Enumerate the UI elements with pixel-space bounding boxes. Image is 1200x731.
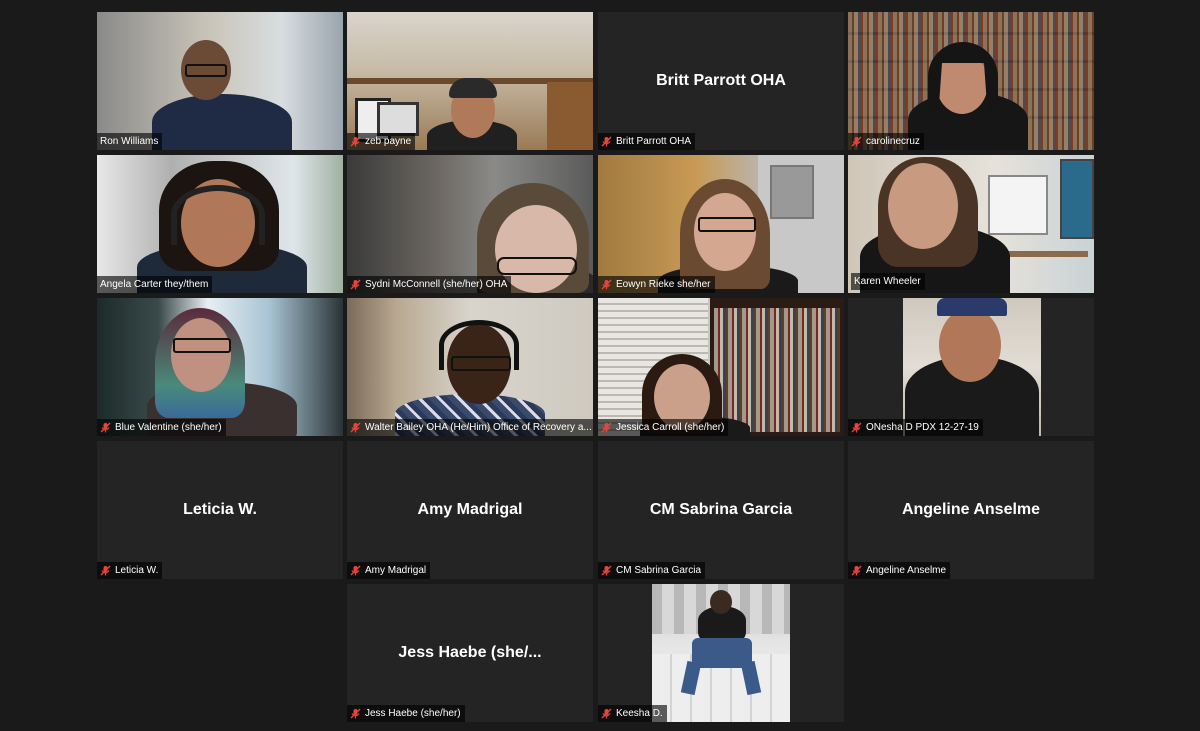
participant-name-label: carolinecruz [848,133,924,150]
participant-name-label: Sydni McConnell (she/her) OHA [347,276,512,293]
participant-display-name: Amy Madrigal [417,501,523,518]
participant-tile-amy-madrigal[interactable]: Amy Madrigal Amy Madrigal [347,441,593,579]
participant-video [97,155,343,293]
participant-display-name: Jess Haebe (she/... [398,644,542,661]
participant-name-label: Karen Wheeler [851,273,925,290]
muted-microphone-icon [601,279,612,290]
participant-tile-jess-haebe[interactable]: Jess Haebe (she/... Jess Haebe (she/her) [347,584,593,722]
participant-name-label: Eowyn Rieke she/her [598,276,715,293]
participant-video [598,298,844,436]
muted-microphone-icon [851,136,862,147]
participant-name-label: Keesha D. [598,705,667,722]
participant-tile-karen-wheeler[interactable]: Karen Wheeler [848,155,1094,293]
muted-microphone-icon [851,565,862,576]
muted-microphone-icon [100,422,111,433]
participant-name-label: Jessica Carroll (she/her) [598,419,729,436]
muted-microphone-icon [601,422,612,433]
participant-tile-blue-valentine[interactable]: Blue Valentine (she/her) [97,298,343,436]
participant-video [347,12,593,150]
muted-microphone-icon [350,708,361,719]
participant-name-label: Britt Parrott OHA [598,133,696,150]
muted-microphone-icon [350,565,361,576]
muted-microphone-icon [350,136,361,147]
participant-tile-caroline-cruz[interactable]: carolinecruz [848,12,1094,150]
participant-video [848,12,1094,150]
participant-tile-jessica-carroll[interactable]: Jessica Carroll (she/her) [598,298,844,436]
participant-video [97,12,343,150]
participant-name-label: Leticia W. [97,562,163,579]
participant-display-name: Britt Parrott OHA [656,72,786,89]
participant-name-label: Jess Haebe (she/her) [347,705,465,722]
participant-video [598,155,844,293]
participant-name-label: CM Sabrina Garcia [598,562,706,579]
participant-name-label: Angela Carter they/them [97,276,213,293]
participant-video [652,584,790,722]
participant-name-label: Angeline Anselme [848,562,951,579]
participant-name-label: Walter Bailey OHA (He/Him) Office of Rec… [347,419,593,436]
participant-tile-walter-bailey[interactable]: Walter Bailey OHA (He/Him) Office of Rec… [347,298,593,436]
participant-tile-eowyn-rieke[interactable]: Eowyn Rieke she/her [598,155,844,293]
participant-tile-angeline-anselme[interactable]: Angeline Anselme Angeline Anselme [848,441,1094,579]
participant-tile-ron-williams[interactable]: Ron Williams [97,12,343,150]
muted-microphone-icon [601,136,612,147]
participant-name-label: ONesha D PDX 12-27-19 [848,419,983,436]
participant-display-name: CM Sabrina Garcia [649,501,793,518]
participant-video [347,155,593,293]
participant-display-name: Angeline Anselme [901,501,1041,518]
participant-tile-keesha-d[interactable]: Keesha D. [598,584,844,722]
participant-name-label: Amy Madrigal [347,562,431,579]
participant-video [97,298,343,436]
muted-microphone-icon [350,279,361,290]
participant-name-label: Blue Valentine (she/her) [97,419,226,436]
participant-tile-sabrina-garcia[interactable]: CM Sabrina Garcia CM Sabrina Garcia [598,441,844,579]
muted-microphone-icon [350,422,361,433]
participant-video [347,298,593,436]
participant-tile-onesha-d[interactable]: ONesha D PDX 12-27-19 [848,298,1094,436]
gallery-view: Ron Williams zeb payne Britt Parrott OHA… [0,0,1200,731]
muted-microphone-icon [601,565,612,576]
participant-display-name: Leticia W. [183,501,257,518]
muted-microphone-icon [601,708,612,719]
muted-microphone-icon [100,565,111,576]
participant-video [903,298,1041,436]
participant-tile-leticia-w[interactable]: Leticia W. Leticia W. [97,441,343,579]
participant-name-label: zeb payne [347,133,416,150]
participant-tile-sydni-mcconnell[interactable]: Sydni McConnell (she/her) OHA [347,155,593,293]
participant-name-label: Ron Williams [97,133,163,150]
participant-tile-angela-carter[interactable]: Angela Carter they/them [97,155,343,293]
participant-tile-britt-parrott[interactable]: Britt Parrott OHA Britt Parrott OHA [598,12,844,150]
participant-tile-zeb-payne[interactable]: zeb payne [347,12,593,150]
muted-microphone-icon [851,422,862,433]
